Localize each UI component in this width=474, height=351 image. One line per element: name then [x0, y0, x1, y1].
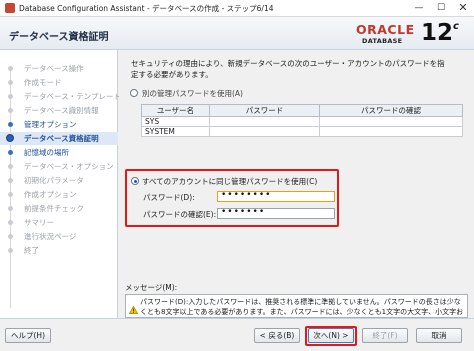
close-button[interactable]: ✕: [452, 0, 474, 17]
step-item-current[interactable]: データベース資格証明: [0, 132, 118, 145]
step-label: 作成モード: [24, 78, 62, 87]
version-suffix: c: [453, 21, 459, 33]
oracle-logo: ORACLE: [356, 22, 415, 37]
step-item: 進行状況ページ: [0, 230, 118, 243]
main-content: セキュリティの理由により、新規データベースの次のユーザー・アカウントのパスワード…: [119, 50, 474, 326]
password-cell[interactable]: [209, 126, 320, 137]
cancel-button[interactable]: 取消: [416, 328, 462, 343]
step-dot-icon: [8, 80, 13, 85]
app-icon: [5, 3, 15, 13]
step-dot-icon: [8, 150, 13, 155]
step-item: 作成モード: [0, 76, 118, 89]
step-item: データベース識別情報: [0, 104, 118, 117]
step-label: データベース資格証明: [24, 134, 99, 143]
radio-separate-password-label[interactable]: 別の管理パスワードを使用(A): [142, 88, 243, 99]
step-item: 前提条件チェック: [0, 202, 118, 215]
step-dot-icon: [8, 108, 13, 113]
next-button[interactable]: 次へ(N) >: [308, 328, 354, 343]
warning-icon: [129, 306, 138, 314]
help-button[interactable]: ヘルプ(H): [5, 328, 51, 343]
confirm-password-cell[interactable]: [319, 126, 463, 137]
step-item: データベース・オプション: [0, 160, 118, 173]
step-dot-icon: [8, 66, 13, 71]
username-cell: SYSTEM: [141, 126, 210, 137]
step-label: 前提条件チェック: [24, 204, 84, 213]
step-dot-icon: [8, 248, 13, 253]
version-number: 12: [421, 20, 454, 46]
message-box: パスワード(D):入力したパスワードは、推奨される標準に準拠していません。パスワ…: [125, 294, 468, 326]
back-button[interactable]: < 戻る(B): [254, 328, 300, 343]
page-title: データベース資格証明: [9, 32, 109, 43]
radio-same-password-label[interactable]: すべてのアカウントに同じ管理パスワードを使用(C): [142, 176, 317, 187]
step-dot-icon: [8, 192, 13, 197]
step-label: 終了: [24, 246, 39, 255]
step-item: データベース・テンプレート: [0, 90, 121, 103]
step-dot-icon: [8, 164, 13, 169]
step-label: 記憶域の場所: [24, 148, 69, 157]
radio-separate-password[interactable]: [130, 89, 138, 97]
maximize-button[interactable]: ☐: [430, 0, 452, 17]
step-item-storage-location[interactable]: 記憶域の場所: [0, 146, 118, 159]
column-header-confirm: パスワードの確認: [319, 104, 463, 117]
info-text: セキュリティの理由により、新規データベースの次のユーザー・アカウントのパスワード…: [131, 59, 445, 79]
footer-bar: ヘルプ(H) < 戻る(B) 次へ(N) > 終了(F) 取消: [0, 318, 474, 351]
window-titlebar: Database Configuration Assistant - データベー…: [0, 0, 474, 17]
step-dot-icon: [8, 206, 13, 211]
confirm-password-input[interactable]: •••••••: [217, 208, 335, 219]
minimize-button[interactable]: —: [408, 0, 430, 17]
step-label: 作成オプション: [24, 190, 77, 199]
page-header: データベース資格証明 ORACLE DATABASE 12c: [0, 17, 474, 50]
message-label: メッセージ(M):: [125, 283, 178, 292]
confirm-password-cell[interactable]: [319, 116, 463, 127]
step-dot-icon: [8, 122, 13, 127]
password-label: パスワード(D):: [143, 193, 195, 202]
password-cell[interactable]: [209, 116, 320, 127]
step-label: サマリー: [24, 218, 54, 227]
step-dot-icon: [8, 220, 13, 225]
step-label: データベース・テンプレート: [24, 92, 121, 101]
step-label: 初期化パラメータ: [24, 176, 84, 185]
step-item: 終了: [0, 244, 118, 257]
confirm-password-label: パスワードの確認(E):: [143, 210, 217, 219]
step-item: 作成オプション: [0, 188, 118, 201]
step-label: 進行状況ページ: [24, 232, 77, 241]
step-current-icon: [6, 134, 14, 142]
step-item-management-options[interactable]: 管理オプション: [0, 118, 118, 131]
table-row: SYS: [141, 116, 463, 127]
radio-same-password[interactable]: [131, 177, 139, 185]
step-label: データベース・オプション: [24, 162, 114, 171]
database-logo-text: DATABASE: [362, 37, 403, 45]
version-logo: 12c: [421, 20, 459, 46]
step-label: データベース識別情報: [24, 106, 99, 115]
step-item: サマリー: [0, 216, 118, 229]
user-password-table: ユーザー名 パスワード パスワードの確認 SYS SYSTEM: [141, 104, 463, 137]
step-dot-icon: [8, 178, 13, 183]
step-dot-icon: [8, 234, 13, 239]
password-input[interactable]: ••••••••: [217, 191, 335, 202]
steps-sidebar: データベース操作 作成モード データベース・テンプレート データベース識別情報 …: [0, 50, 121, 318]
table-row: SYSTEM: [141, 126, 463, 137]
window-title: Database Configuration Assistant - データベー…: [19, 4, 274, 13]
step-label: データベース操作: [24, 64, 84, 73]
column-header-username: ユーザー名: [141, 104, 210, 117]
step-item: 初期化パラメータ: [0, 174, 118, 187]
finish-button[interactable]: 終了(F): [362, 328, 408, 343]
step-item: データベース操作: [0, 62, 118, 75]
username-cell: SYS: [141, 116, 210, 127]
column-header-password: パスワード: [209, 104, 320, 117]
step-label: 管理オプション: [24, 120, 77, 129]
step-dot-icon: [8, 94, 13, 99]
